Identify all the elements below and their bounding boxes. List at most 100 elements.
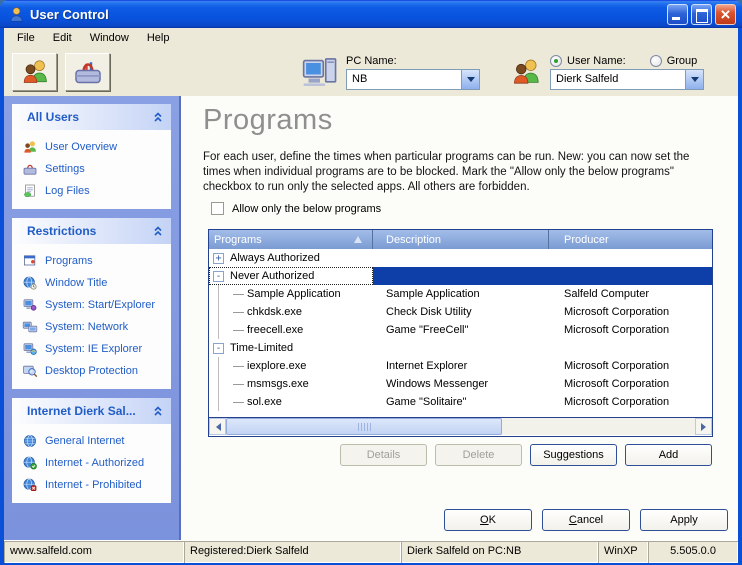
sidebar-section-internet: Internet Dierk Sal... General bbox=[12, 398, 171, 503]
sidebar-item-desktop-protection[interactable]: Desktop Protection bbox=[20, 360, 169, 382]
table-rows: +Always Authorized -Never Authorized Sam… bbox=[209, 249, 712, 418]
table-row-sol[interactable]: sol.exe Game "Solitaire" Microsoft Corpo… bbox=[209, 393, 712, 411]
collapse-icon[interactable]: - bbox=[213, 271, 224, 282]
settings-toolbar-button[interactable] bbox=[65, 53, 110, 91]
table-row-chkdsk[interactable]: chkdsk.exe Check Disk Utility Microsoft … bbox=[209, 303, 712, 321]
sidebar-item-programs[interactable]: Programs bbox=[20, 250, 169, 272]
delete-button[interactable]: Delete bbox=[435, 444, 522, 466]
page-description: For each user, define the times when par… bbox=[203, 150, 719, 195]
menu-file[interactable]: File bbox=[8, 29, 44, 47]
all-users-header[interactable]: All Users bbox=[12, 104, 171, 130]
cancel-button[interactable]: Cancel bbox=[542, 509, 630, 531]
collapse-chevrons-icon bbox=[153, 405, 163, 417]
main-content: Programs For each user, define the times… bbox=[181, 96, 738, 540]
users-icon bbox=[20, 57, 50, 87]
sidebar-item-settings[interactable]: Settings bbox=[20, 158, 169, 180]
globe-check-icon bbox=[22, 455, 38, 471]
scrollbar-track[interactable] bbox=[502, 418, 695, 435]
table-row-always-authorized[interactable]: +Always Authorized bbox=[209, 249, 712, 267]
table-row-iexplore[interactable]: iexplore.exe Internet Explorer Microsoft… bbox=[209, 357, 712, 375]
sidebar-item-general-internet[interactable]: General Internet bbox=[20, 430, 169, 452]
toolbox-icon bbox=[73, 57, 103, 87]
allow-only-checkbox-row: Allow only the below programs bbox=[211, 202, 381, 215]
user-select[interactable]: Dierk Salfeld bbox=[550, 69, 704, 90]
app-window-icon bbox=[22, 253, 38, 269]
allow-only-checkbox[interactable] bbox=[211, 202, 224, 215]
sidebar-item-window-title[interactable]: Window Title bbox=[20, 272, 169, 294]
allow-only-checkbox-label: Allow only the below programs bbox=[232, 203, 381, 215]
scroll-left-arrow[interactable] bbox=[209, 418, 226, 435]
table-row-freecell[interactable]: freecell.exe Game "FreeCell" Microsoft C… bbox=[209, 321, 712, 339]
sidebar-item-system-network[interactable]: System: Network bbox=[20, 316, 169, 338]
sidebar-item-system-ie-explorer[interactable]: System: IE Explorer bbox=[20, 338, 169, 360]
details-button[interactable]: Details bbox=[340, 444, 427, 466]
internet-header[interactable]: Internet Dierk Sal... bbox=[12, 398, 171, 424]
menu-edit[interactable]: Edit bbox=[44, 29, 81, 47]
app-icon bbox=[8, 6, 25, 23]
sidebar-item-user-overview[interactable]: User Overview bbox=[20, 136, 169, 158]
table-row-never-authorized[interactable]: -Never Authorized bbox=[209, 267, 712, 285]
table-actions: Details Delete Suggestions Add bbox=[340, 444, 712, 466]
titlebar: User Control bbox=[0, 0, 742, 28]
collapse-icon[interactable]: - bbox=[213, 343, 224, 354]
suggestions-button[interactable]: Suggestions bbox=[530, 444, 617, 466]
user-name-radio-label: User Name: bbox=[567, 55, 626, 67]
sidebar-item-internet-authorized[interactable]: Internet - Authorized bbox=[20, 452, 169, 474]
user-group-icon bbox=[510, 55, 542, 89]
scrollbar-thumb[interactable] bbox=[226, 418, 502, 435]
menubar: File Edit Window Help bbox=[4, 28, 738, 48]
status-version: 5.505.0.0 bbox=[648, 541, 738, 563]
pc-name-group: PC Name: NB bbox=[346, 55, 480, 90]
scroll-right-arrow[interactable] bbox=[695, 418, 712, 435]
status-user-pc: Dierk Salfeld on PC:NB bbox=[401, 541, 598, 563]
programs-table: Programs Description Producer +Always Au… bbox=[208, 229, 713, 437]
statusbar: www.salfeld.com Registered:Dierk Salfeld… bbox=[4, 540, 738, 563]
close-button[interactable] bbox=[715, 4, 736, 25]
collapse-chevrons-icon bbox=[153, 225, 163, 237]
menu-window[interactable]: Window bbox=[81, 29, 138, 47]
menu-help[interactable]: Help bbox=[138, 29, 179, 47]
ok-button[interactable]: OK bbox=[444, 509, 532, 531]
table-row-msmsgs[interactable]: msmsgs.exe Windows Messenger Microsoft C… bbox=[209, 375, 712, 393]
status-website: www.salfeld.com bbox=[4, 541, 184, 563]
collapse-chevrons-icon bbox=[153, 111, 163, 123]
table-row-time-limited[interactable]: -Time-Limited bbox=[209, 339, 712, 357]
restrictions-header[interactable]: Restrictions bbox=[12, 218, 171, 244]
column-header-producer[interactable]: Producer bbox=[549, 230, 712, 249]
sidebar-item-internet-prohibited[interactable]: Internet - Prohibited bbox=[20, 474, 169, 496]
page-title: Programs bbox=[203, 104, 333, 137]
magnifier-desktop-icon bbox=[22, 363, 38, 379]
status-registered: Registered:Dierk Salfeld bbox=[184, 541, 401, 563]
table-header: Programs Description Producer bbox=[209, 230, 712, 249]
group-radio-label: Group bbox=[667, 55, 698, 67]
add-button[interactable]: Add bbox=[625, 444, 712, 466]
sidebar-section-all-users: All Users User Overview bbox=[12, 104, 171, 209]
sidebar-item-log-files[interactable]: Log Files bbox=[20, 180, 169, 202]
sort-ascending-icon bbox=[354, 236, 362, 243]
dialog-buttons: OK Cancel Apply bbox=[444, 509, 728, 531]
users-toolbar-button[interactable] bbox=[12, 53, 57, 91]
computer-icon bbox=[22, 297, 38, 313]
table-row-sample-application[interactable]: Sample Application Sample Application Sa… bbox=[209, 285, 712, 303]
status-os: WinXP bbox=[598, 541, 648, 563]
log-file-icon bbox=[22, 183, 38, 199]
group-radio[interactable] bbox=[650, 55, 662, 67]
chevron-down-icon[interactable] bbox=[685, 70, 703, 89]
computer-icon bbox=[302, 55, 338, 89]
minimize-button[interactable] bbox=[667, 4, 688, 25]
pc-name-select[interactable]: NB bbox=[346, 69, 480, 90]
column-header-description[interactable]: Description bbox=[373, 230, 549, 249]
apply-button[interactable]: Apply bbox=[640, 509, 728, 531]
user-control-window: User Control File Edit Window Help bbox=[0, 0, 742, 565]
expand-icon[interactable]: + bbox=[213, 253, 224, 264]
horizontal-scrollbar[interactable] bbox=[209, 418, 712, 435]
pc-name-value: NB bbox=[347, 73, 461, 85]
sidebar-item-system-start-explorer[interactable]: System: Start/Explorer bbox=[20, 294, 169, 316]
window-title: User Control bbox=[30, 7, 664, 22]
network-computers-icon bbox=[22, 319, 38, 335]
user-name-radio[interactable] bbox=[550, 55, 562, 67]
maximize-button[interactable] bbox=[691, 4, 712, 25]
chevron-down-icon[interactable] bbox=[461, 70, 479, 89]
toolbar: PC Name: NB User Name: Gro bbox=[4, 48, 738, 96]
column-header-programs[interactable]: Programs bbox=[209, 230, 373, 249]
